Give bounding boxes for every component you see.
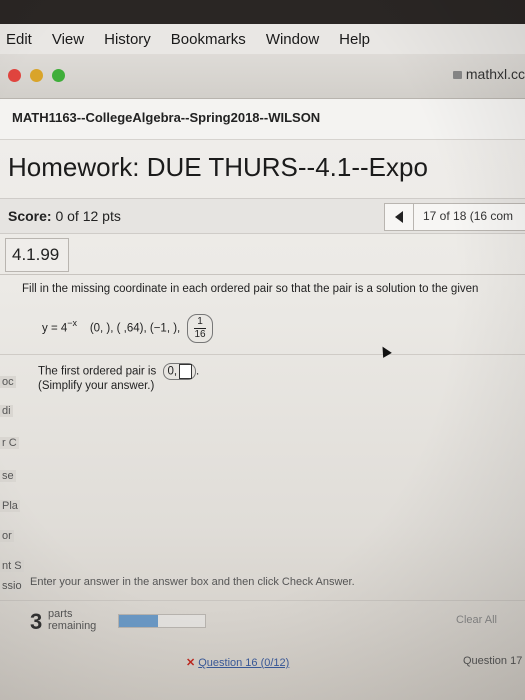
equation-base: y = 4	[42, 322, 68, 335]
fraction-denominator: 16	[194, 329, 206, 340]
nav-divider	[413, 204, 414, 230]
score-bar: Score: 0 of 12 pts 17 of 18 (16 com	[0, 198, 525, 234]
answer-hint: (Simplify your answer.)	[38, 380, 155, 392]
answer-prompt-line: The first ordered pair is 0,.	[38, 363, 199, 380]
left-panel-fragment: Pla	[0, 500, 20, 512]
menu-view[interactable]: View	[52, 31, 84, 48]
clear-all-button[interactable]: Clear All	[456, 614, 497, 626]
left-panel-fragment: or	[0, 530, 14, 542]
minimize-window-button[interactable]	[30, 69, 43, 82]
score: Score: 0 of 12 pts	[8, 208, 121, 224]
question-position[interactable]: 17 of 18 (16 com	[423, 209, 513, 223]
url-text: mathxl.cc	[465, 66, 525, 82]
browser-toolbar: mathxl.cc	[0, 54, 525, 99]
fraction-pair: 1 16	[187, 314, 213, 343]
previous-question-label: Question 16 (0/12)	[198, 657, 290, 669]
left-panel-fragment: ssio	[0, 580, 24, 592]
score-value: 0 of 12 pts	[55, 208, 121, 224]
address-bar[interactable]: mathxl.cc	[452, 66, 525, 82]
question-instruction: Fill in the missing coordinate in each o…	[22, 283, 479, 295]
answer-input-box[interactable]	[179, 364, 193, 379]
footer-instruction: Enter your answer in the answer box and …	[30, 576, 355, 588]
question-id: 4.1.99	[12, 245, 60, 264]
lock-icon	[452, 71, 462, 79]
answer-prompt: The first ordered pair is	[38, 365, 157, 378]
monitor-bezel	[0, 0, 525, 24]
browser-screen: Edit View History Bookmarks Window Help …	[0, 0, 525, 700]
course-header: MATH1163--CollegeAlgebra--Spring2018--WI…	[0, 99, 525, 140]
divider	[0, 600, 525, 601]
question-id-box: 4.1.99	[5, 238, 69, 272]
menu-history[interactable]: History	[104, 31, 151, 48]
equation-exponent: −x	[67, 317, 78, 328]
progress-fill	[119, 615, 158, 627]
left-panel-fragment: r C	[0, 437, 19, 449]
divider	[0, 354, 525, 355]
parts-label-1: parts	[48, 608, 73, 620]
parts-progress-bar	[118, 614, 206, 628]
previous-question-icon[interactable]	[395, 211, 403, 223]
next-question-link[interactable]: Question 17	[463, 655, 522, 667]
answer-pair: 0,	[163, 363, 197, 380]
menu-help[interactable]: Help	[339, 31, 370, 48]
parts-count: 3	[30, 609, 43, 634]
left-panel-fragment: nt S	[0, 560, 24, 572]
course-title: MATH1163--CollegeAlgebra--Spring2018--WI…	[12, 110, 321, 125]
parts-label-2: remaining	[48, 620, 97, 632]
fraction-numerator: 1	[194, 316, 206, 329]
menu-bookmarks[interactable]: Bookmarks	[171, 31, 246, 48]
left-panel-fragment: di	[0, 405, 13, 417]
zoom-window-button[interactable]	[52, 69, 65, 82]
menu-edit[interactable]: Edit	[6, 31, 32, 48]
homework-title: Homework: DUE THURS--4.1--Expo	[8, 152, 428, 182]
previous-question-link[interactable]: ✕ Question 16 (0/12)	[186, 656, 289, 669]
question-navigator: 17 of 18 (16 com	[384, 203, 525, 231]
incorrect-x-icon: ✕	[186, 657, 196, 669]
left-panel-fragment: oc	[0, 376, 16, 388]
left-panel-fragment: se	[0, 470, 16, 482]
parts-label: parts remaining	[48, 608, 96, 632]
ordered-pairs: (0, ), ( ,64), (−1, ),	[89, 322, 181, 335]
score-label: Score:	[8, 208, 52, 224]
mouse-pointer-icon	[378, 344, 392, 358]
divider	[0, 274, 525, 275]
close-window-button[interactable]	[8, 69, 21, 82]
menu-window[interactable]: Window	[266, 31, 319, 48]
menu-bar: Edit View History Bookmarks Window Help	[0, 24, 525, 55]
problem-statement: y = 4−x (0, ), ( ,64), (−1, ), 1 16	[42, 314, 213, 343]
answer-pair-x: 0,	[167, 365, 178, 378]
